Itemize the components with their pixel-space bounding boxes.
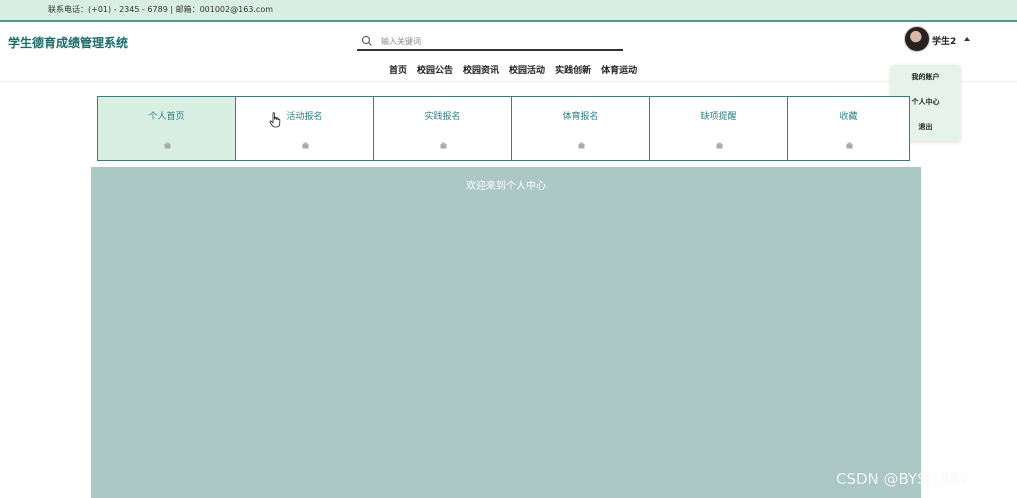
tab-sports-signup[interactable]: 体育报名 [512,96,650,161]
main-content: 欢迎来到个人中心 [91,167,921,498]
search-bar [357,33,623,51]
welcome-text: 欢迎来到个人中心 [466,181,546,192]
nav-item-4[interactable]: 实践创新 [555,63,591,76]
tab-icon [164,142,170,149]
tab-label: 体育报名 [562,112,599,122]
tab-icon [716,142,722,149]
nav-item-1[interactable]: 校园公告 [417,63,453,76]
contact-info: 联系电话：(+01) - 2345 - 6789 | 邮箱：001002@163… [48,5,274,14]
nav-item-0[interactable]: 首页 [389,63,407,76]
tab-label: 缺项提醒 [700,112,737,122]
tab-label: 个人首页 [148,112,185,122]
tab-label: 实践报名 [424,112,461,122]
tab-personal-home[interactable]: 个人首页 [97,96,236,161]
top-contact-bar: 联系电话：(+01) - 2345 - 6789 | 邮箱：001002@163… [0,0,1017,22]
avatar[interactable] [904,26,930,52]
tab-icon [578,142,584,149]
watermark: CSDN @BYSJ1987 [836,470,970,488]
tab-favorites[interactable]: 收藏 [788,96,910,161]
site-title: 学生德育成绩管理系统 [8,36,129,50]
nav-item-5[interactable]: 体育运动 [601,63,637,76]
tab-label: 活动报名 [286,112,323,122]
tab-icon [846,142,852,149]
header: 学生德育成绩管理系统 学生2 首页校园公告校园资讯校园活动实践创新体育运动 [0,24,1017,82]
nav-item-3[interactable]: 校园活动 [509,63,545,76]
tab-practice-signup[interactable]: 实践报名 [374,96,512,161]
search-icon[interactable] [361,35,373,47]
profile-tabs: 个人首页 活动报名 实践报名 体育报名 缺项提醒 收藏 [97,96,910,161]
hand-pointer-icon [269,112,281,128]
tab-missing-reminder[interactable]: 缺项提醒 [650,96,788,161]
caret-up-icon[interactable] [964,37,970,41]
nav-item-2[interactable]: 校园资讯 [463,63,499,76]
tab-icon [440,142,446,149]
dropdown-item-my-account[interactable]: 我的账户 [891,65,960,90]
tab-label: 收藏 [839,112,858,122]
tab-icon [302,142,308,149]
search-input[interactable] [381,34,611,48]
tab-activity-signup[interactable]: 活动报名 [236,96,374,161]
user-name[interactable]: 学生2 [932,34,956,47]
